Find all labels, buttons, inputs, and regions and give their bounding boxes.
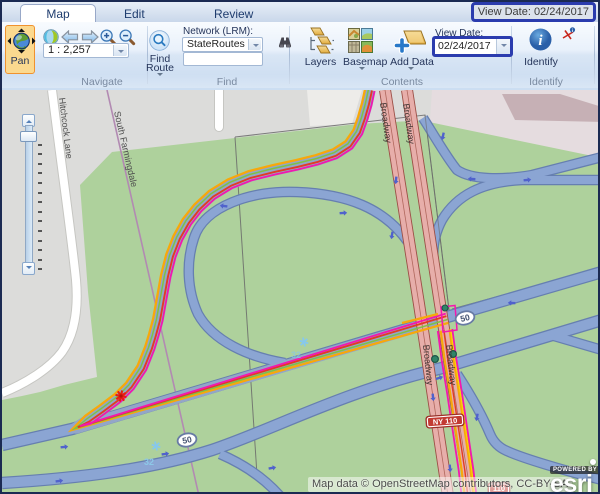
svg-text:NY 110: NY 110 [433,416,458,427]
svg-text:32: 32 [144,457,154,467]
svg-text:32: 32 [291,350,301,360]
svg-text:i: i [572,28,573,33]
